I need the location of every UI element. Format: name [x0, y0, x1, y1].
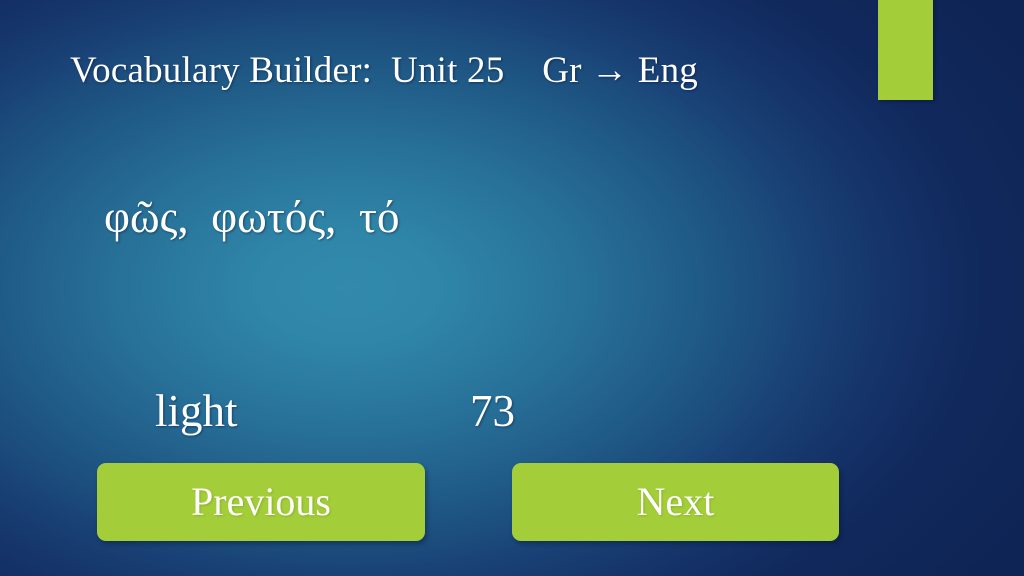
next-button[interactable]: Next	[512, 463, 839, 541]
vocabulary-term: φῶς, φωτός, τό	[104, 192, 400, 242]
page-title: Vocabulary Builder: Unit 25 Gr → Eng	[70, 50, 699, 91]
vocabulary-slide: Vocabulary Builder: Unit 25 Gr → Eng φῶς…	[0, 0, 1024, 576]
accent-rectangle	[878, 0, 933, 100]
vocabulary-gloss: light	[155, 386, 238, 436]
previous-button[interactable]: Previous	[97, 463, 425, 541]
vocabulary-number: 73	[470, 386, 515, 436]
